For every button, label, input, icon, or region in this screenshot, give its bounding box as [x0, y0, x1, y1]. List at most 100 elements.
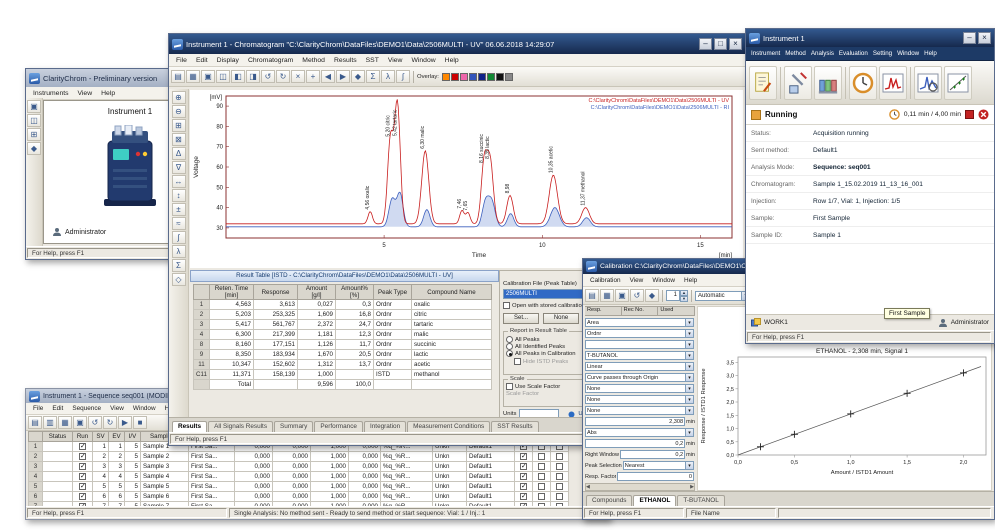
- menu-item[interactable]: View: [626, 276, 648, 285]
- result-row[interactable]: 2 5,203 253,325 1,609 16,8 Ordnr citric: [194, 310, 492, 320]
- chevron-down-icon[interactable]: ▾: [685, 330, 693, 337]
- cell[interactable]: 177,151: [254, 340, 298, 350]
- cell[interactable]: 0,000: [235, 492, 273, 502]
- column-header[interactable]: [194, 285, 210, 300]
- menu-item[interactable]: SST: [362, 56, 383, 65]
- column-header[interactable]: Status: [43, 432, 73, 442]
- cell[interactable]: 0,000: [235, 452, 273, 462]
- run-icon[interactable]: ▶: [118, 416, 132, 429]
- sum-icon[interactable]: Σ: [366, 70, 380, 83]
- radio-icon[interactable]: [506, 343, 513, 350]
- method-setup-icon[interactable]: [749, 66, 777, 100]
- property-control[interactable]: None▾: [585, 406, 694, 415]
- cell[interactable]: [374, 380, 412, 390]
- properties-h-scrollbar[interactable]: ◀▶: [585, 483, 695, 491]
- check-cell[interactable]: ✓: [515, 462, 533, 472]
- cell[interactable]: 183,934: [254, 350, 298, 360]
- configuration-icon[interactable]: ⊞: [27, 128, 41, 141]
- cell[interactable]: Ordnr: [374, 350, 412, 360]
- property-control[interactable]: Abs▾: [585, 428, 694, 437]
- menu-item[interactable]: Display: [213, 56, 243, 65]
- row-number[interactable]: 4: [194, 330, 210, 340]
- run-checkbox-cell[interactable]: ✓: [73, 442, 93, 452]
- cell[interactable]: 8,160: [210, 340, 254, 350]
- run-checkbox[interactable]: ✓: [79, 443, 86, 450]
- cell[interactable]: 11,371: [210, 370, 254, 380]
- menu-item[interactable]: Chromatogram: [244, 56, 297, 65]
- work-file-label[interactable]: WORK1: [764, 319, 788, 326]
- checkbox[interactable]: ✓: [520, 493, 527, 500]
- check-cell[interactable]: [533, 492, 551, 502]
- cell[interactable]: Default1: [467, 462, 515, 472]
- cell[interactable]: 1,181: [298, 330, 336, 340]
- cell[interactable]: 6: [93, 492, 109, 502]
- instrument-illustration[interactable]: [98, 125, 162, 209]
- cell[interactable]: 1,000: [311, 492, 349, 502]
- row-number[interactable]: 2: [29, 452, 43, 462]
- marker-icon[interactable]: ◆: [351, 70, 365, 83]
- chevron-down-icon[interactable]: ▾: [685, 374, 693, 381]
- row-number[interactable]: [194, 380, 210, 390]
- checkbox[interactable]: ✓: [520, 473, 527, 480]
- cell[interactable]: 0,000: [349, 492, 381, 502]
- cell[interactable]: 1,609: [298, 310, 336, 320]
- cell[interactable]: First Sa...: [189, 482, 235, 492]
- print-icon[interactable]: ▣: [615, 289, 629, 302]
- cell[interactable]: 5: [125, 442, 141, 452]
- cell[interactable]: 0,000: [349, 452, 381, 462]
- menu-item[interactable]: File: [172, 56, 191, 65]
- cell[interactable]: 3,613: [254, 300, 298, 310]
- cell[interactable]: Ordnr: [374, 300, 412, 310]
- cell[interactable]: 4: [109, 472, 125, 482]
- cell[interactable]: Default1: [467, 452, 515, 462]
- checkbox[interactable]: [538, 473, 545, 480]
- cell[interactable]: 0,000: [273, 452, 311, 462]
- open-sequence-icon[interactable]: ▥: [43, 416, 57, 429]
- print-icon[interactable]: ▣: [73, 416, 87, 429]
- peak-start-icon[interactable]: ±: [172, 203, 186, 216]
- checkbox[interactable]: [556, 473, 563, 480]
- chevron-down-icon[interactable]: ▾: [685, 385, 693, 392]
- result-row[interactable]: 4 6,300 217,399 1,181 12,3 Ordnr malic: [194, 330, 492, 340]
- chevron-down-icon[interactable]: ▾: [685, 352, 693, 359]
- run-checkbox-cell[interactable]: ✓: [73, 452, 93, 462]
- cell[interactable]: First Sa...: [189, 452, 235, 462]
- cell[interactable]: 16,8: [336, 310, 374, 320]
- overlay-mode-icon[interactable]: ◧: [231, 70, 245, 83]
- property-control[interactable]: Curve passes through Origin▾: [585, 373, 694, 382]
- cell[interactable]: 0,000: [235, 472, 273, 482]
- row-number[interactable]: 5: [29, 482, 43, 492]
- cell[interactable]: 0,000: [273, 492, 311, 502]
- column-header[interactable]: Rec No.: [622, 306, 659, 316]
- wavelength-icon[interactable]: λ: [381, 70, 395, 83]
- sequence-row[interactable]: 6 ✓ 6 6 5 Sample 6 First Sa... 0,000 0,0…: [29, 492, 569, 502]
- cell[interactable]: 8,350: [210, 350, 254, 360]
- cell[interactable]: 158,139: [254, 370, 298, 380]
- overlay-color-chip[interactable]: [469, 73, 477, 81]
- cell[interactable]: tartaric: [412, 320, 492, 330]
- menu-item[interactable]: Window: [895, 49, 921, 58]
- save-icon[interactable]: ▦: [58, 416, 72, 429]
- cell[interactable]: %q_%R...: [381, 472, 433, 482]
- column-header[interactable]: Resp.: [585, 306, 622, 316]
- smooth-icon[interactable]: ≈: [172, 217, 186, 230]
- overlay-color-chip[interactable]: [487, 73, 495, 81]
- column-header[interactable]: Run: [73, 432, 93, 442]
- column-header[interactable]: SV: [93, 432, 109, 442]
- cell[interactable]: 5,203: [210, 310, 254, 320]
- cell[interactable]: 6: [109, 492, 125, 502]
- property-control[interactable]: T-BUTANOL▾: [585, 351, 694, 360]
- set-button[interactable]: Set...: [503, 313, 539, 324]
- menu-item[interactable]: Setting: [871, 49, 894, 58]
- row-number[interactable]: 3: [29, 462, 43, 472]
- data-acquisition-icon[interactable]: [879, 66, 907, 100]
- menu-item[interactable]: Help: [441, 56, 463, 65]
- cell[interactable]: 2,372: [298, 320, 336, 330]
- cell[interactable]: Ordnr: [374, 310, 412, 320]
- overlay-color-chip[interactable]: [478, 73, 486, 81]
- cell[interactable]: 217,399: [254, 330, 298, 340]
- column-header[interactable]: Peak Type: [374, 285, 412, 300]
- sequence-row[interactable]: 5 ✓ 5 5 5 Sample 5 First Sa... 0,000 0,0…: [29, 482, 569, 492]
- menu-item[interactable]: View: [106, 404, 128, 413]
- cell[interactable]: 0,027: [298, 300, 336, 310]
